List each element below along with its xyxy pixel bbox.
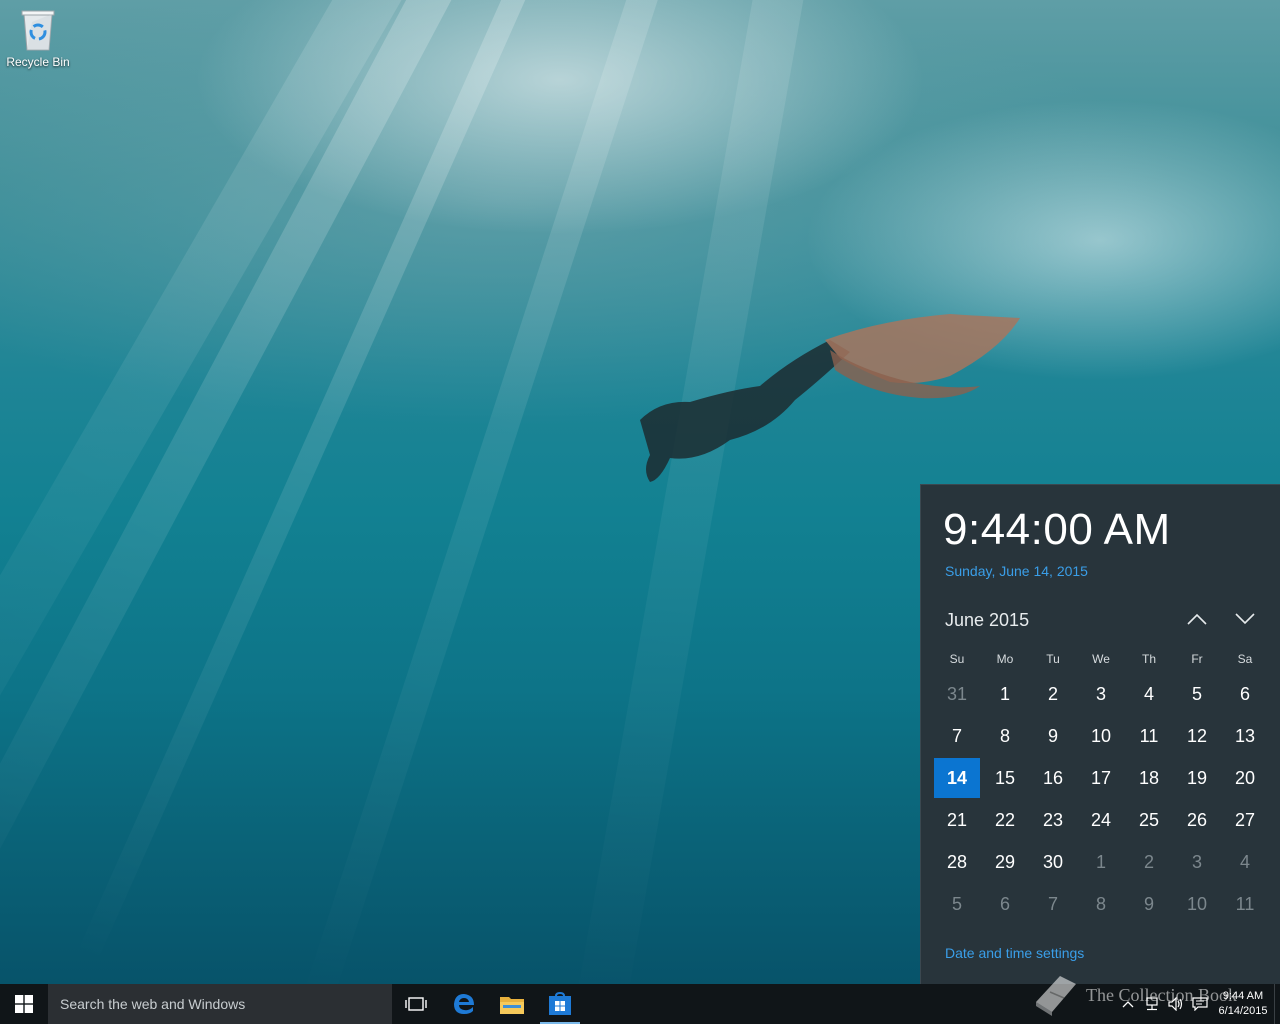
network-icon <box>1146 997 1158 1011</box>
weekday-label: Su <box>949 652 965 666</box>
recycle-bin-icon <box>21 10 55 51</box>
calendar-day[interactable]: 8 <box>981 715 1029 757</box>
calendar-day[interactable]: 3 <box>1173 841 1221 883</box>
weekday-header-row: Su Mo Tu We Th Fr Sa <box>933 645 1269 673</box>
chevron-down-icon <box>1235 613 1255 625</box>
calendar-day[interactable]: 13 <box>1221 715 1269 757</box>
calendar-day[interactable]: 2 <box>1029 673 1077 715</box>
network-button[interactable] <box>1140 984 1164 1024</box>
recycle-bin[interactable]: Recycle Bin <box>4 8 72 76</box>
notification-icon <box>1192 997 1208 1011</box>
folder-icon <box>500 997 524 1014</box>
show-hidden-icons-button[interactable] <box>1116 984 1140 1024</box>
start-button[interactable] <box>0 984 48 1024</box>
calendar-day[interactable]: 21 <box>933 799 981 841</box>
calendar-day[interactable]: 5 <box>1173 673 1221 715</box>
windows-logo-icon <box>15 995 33 1013</box>
swimmer-image <box>640 314 1020 482</box>
calendar-day[interactable]: 12 <box>1173 715 1221 757</box>
task-view-icon <box>405 997 427 1011</box>
calendar-week-row: 7 8 9 10 11 12 13 <box>933 715 1269 757</box>
calendar-week-row: 21 22 23 24 25 26 27 <box>933 799 1269 841</box>
calendar-week-row: 31 1 2 3 4 5 6 <box>933 673 1269 715</box>
desktop-icon-label: Recycle Bin <box>6 55 70 69</box>
calendar-day[interactable]: 27 <box>1221 799 1269 841</box>
clock-date[interactable]: Sunday, June 14, 2015 <box>945 563 1088 579</box>
calendar-day[interactable]: 31 <box>933 673 981 715</box>
calendar-day[interactable]: 20 <box>1221 757 1269 799</box>
system-tray: 9:44 AM 6/14/2015 <box>1116 984 1280 1024</box>
volume-button[interactable] <box>1164 984 1188 1024</box>
calendar-day[interactable]: 3 <box>1077 673 1125 715</box>
calendar-day[interactable]: 29 <box>981 841 1029 883</box>
calendar-day[interactable]: 22 <box>981 799 1029 841</box>
calendar-day[interactable]: 16 <box>1029 757 1077 799</box>
calendar-week-row: 28 29 30 1 2 3 4 <box>933 841 1269 883</box>
calendar-day[interactable]: 5 <box>933 883 981 925</box>
file-explorer-button[interactable] <box>488 984 536 1024</box>
task-view-button[interactable] <box>392 984 440 1024</box>
calendar-day[interactable]: 19 <box>1173 757 1221 799</box>
clock-calendar-flyout: 9:44:00 AM Sunday, June 14, 2015 June 20… <box>920 484 1280 984</box>
weekday-label: Fr <box>1191 652 1203 666</box>
calendar-day[interactable]: 23 <box>1029 799 1077 841</box>
date-time-settings-link[interactable]: Date and time settings <box>945 945 1084 961</box>
show-desktop-button[interactable] <box>1274 984 1280 1024</box>
calendar-day[interactable]: 4 <box>1125 673 1173 715</box>
calendar-day[interactable]: 4 <box>1221 841 1269 883</box>
edge-icon <box>454 994 474 1014</box>
search-input[interactable]: Search the web and Windows <box>48 984 392 1024</box>
edge-button[interactable] <box>440 984 488 1024</box>
calendar-week-row: 5 6 7 8 9 10 11 <box>933 883 1269 925</box>
calendar-day[interactable]: 10 <box>1077 715 1125 757</box>
calendar-day[interactable]: 2 <box>1125 841 1173 883</box>
calendar-day[interactable]: 11 <box>1221 883 1269 925</box>
calendar-day[interactable]: 1 <box>1077 841 1125 883</box>
previous-month-button[interactable] <box>1179 605 1215 633</box>
calendar-grid: Su Mo Tu We Th Fr Sa 31 1 2 3 4 5 6 7 8 9 10 11 12 13 14 15 16 1… <box>933 645 1269 925</box>
calendar-day[interactable]: 18 <box>1125 757 1173 799</box>
taskbar-time: 9:44 AM <box>1222 990 1264 1002</box>
store-button[interactable] <box>536 984 584 1024</box>
month-label[interactable]: June 2015 <box>945 610 1029 631</box>
calendar-day[interactable]: 1 <box>981 673 1029 715</box>
calendar-day[interactable]: 11 <box>1125 715 1173 757</box>
action-center-button[interactable] <box>1188 984 1212 1024</box>
calendar-day[interactable]: 26 <box>1173 799 1221 841</box>
calendar-day[interactable]: 6 <box>1221 673 1269 715</box>
calendar-day[interactable]: 17 <box>1077 757 1125 799</box>
clock-time: 9:44:00 AM <box>943 505 1171 554</box>
calendar-day[interactable]: 7 <box>933 715 981 757</box>
taskbar-date: 6/14/2015 <box>1218 1005 1268 1017</box>
calendar-day[interactable]: 9 <box>1125 883 1173 925</box>
next-month-button[interactable] <box>1227 605 1263 633</box>
calendar-day[interactable]: 30 <box>1029 841 1077 883</box>
calendar-week-row: 14 15 16 17 18 19 20 <box>933 757 1269 799</box>
taskbar: Search the web and Windows 9:44 AM 6/14/… <box>0 984 1280 1024</box>
weekday-label: Th <box>1141 652 1156 666</box>
calendar-day-today[interactable]: 14 <box>934 758 980 798</box>
chevron-up-icon <box>1122 1001 1134 1008</box>
weekday-label: Sa <box>1237 652 1253 666</box>
weekday-label: Tu <box>1046 652 1060 666</box>
calendar-day[interactable]: 8 <box>1077 883 1125 925</box>
weekday-label: Mo <box>996 652 1014 666</box>
calendar-day[interactable]: 24 <box>1077 799 1125 841</box>
store-icon <box>549 992 571 1015</box>
calendar-day[interactable]: 7 <box>1029 883 1077 925</box>
speaker-icon <box>1168 997 1183 1011</box>
calendar-day[interactable]: 6 <box>981 883 1029 925</box>
calendar-day[interactable]: 25 <box>1125 799 1173 841</box>
chevron-up-icon <box>1187 613 1207 625</box>
calendar-day[interactable]: 28 <box>933 841 981 883</box>
weekday-label: We <box>1092 652 1110 666</box>
taskbar-clock[interactable]: 9:44 AM 6/14/2015 <box>1212 989 1274 1019</box>
calendar-day[interactable]: 9 <box>1029 715 1077 757</box>
calendar-day[interactable]: 10 <box>1173 883 1221 925</box>
calendar-day[interactable]: 15 <box>981 757 1029 799</box>
